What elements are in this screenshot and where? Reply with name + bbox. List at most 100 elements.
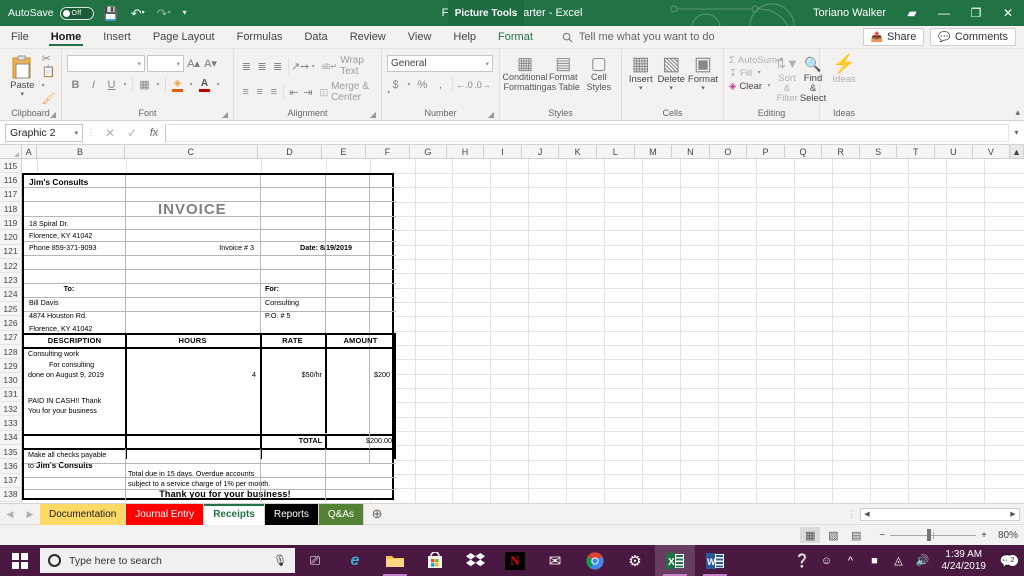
share-button[interactable]: 📤 Share	[862, 28, 925, 46]
restore-button[interactable]: ❐	[960, 0, 992, 26]
insert-cells-button[interactable]: ▦ Insert ▾	[627, 55, 654, 93]
tab-insert[interactable]: Insert	[92, 26, 142, 48]
settings-icon[interactable]: ⚙	[615, 545, 655, 576]
font-name-dropdown-icon[interactable]: ▾	[137, 60, 141, 68]
row-header-135[interactable]: 135	[0, 444, 22, 460]
underline-button[interactable]: U	[103, 76, 120, 93]
add-sheet-icon[interactable]: ⊕	[364, 506, 390, 522]
start-button[interactable]	[0, 545, 40, 576]
column-header-N[interactable]: N	[672, 145, 710, 159]
tell-me-search[interactable]: Tell me what you want to do	[562, 26, 715, 48]
close-button[interactable]: ✕	[992, 0, 1024, 26]
row-header-117[interactable]: 117	[0, 187, 22, 202]
cut-icon[interactable]: ✂	[42, 53, 56, 65]
tab-format[interactable]: Format	[487, 26, 544, 48]
column-header-V[interactable]: V	[972, 145, 1011, 159]
excel-icon[interactable]: X	[655, 545, 695, 576]
tab-file[interactable]: File	[0, 26, 40, 48]
autosave-toggle[interactable]: Off	[59, 6, 94, 20]
edge-icon[interactable]: e	[335, 545, 375, 576]
row-header-124[interactable]: 124	[0, 287, 22, 302]
column-header-T[interactable]: T	[897, 145, 936, 159]
font-size-input[interactable]: ▾	[147, 55, 184, 72]
wifi-icon[interactable]: ◬	[888, 554, 910, 567]
row-header-123[interactable]: 123	[0, 273, 22, 288]
redo-icon[interactable]: ↷ ▾	[154, 7, 174, 20]
increase-font-size-icon[interactable]: A▴	[186, 57, 201, 70]
sheet-tab-qas[interactable]: Q&As	[318, 503, 365, 525]
column-header-U[interactable]: U	[935, 145, 973, 159]
row-header-129[interactable]: 129	[0, 359, 22, 374]
row-header-137[interactable]: 137	[0, 473, 22, 488]
column-header-H[interactable]: H	[446, 145, 485, 159]
normal-view-icon[interactable]: ▦	[800, 527, 821, 543]
row-header-130[interactable]: 130	[0, 373, 22, 388]
row-header-122[interactable]: 122	[0, 259, 22, 274]
column-header-C[interactable]: C	[124, 145, 258, 159]
column-header-I[interactable]: I	[484, 145, 522, 159]
row-header-120[interactable]: 120	[0, 230, 22, 245]
cancel-icon[interactable]: ✕	[99, 126, 121, 140]
merge-center-button[interactable]: ◫ Merge & Center ▾	[320, 81, 392, 103]
column-header-R[interactable]: R	[822, 145, 860, 159]
clipboard-dialog-launcher[interactable]: ◢	[50, 110, 56, 119]
fill-button[interactable]: ↧ Fill ▾	[729, 67, 775, 80]
netflix-icon[interactable]: N	[495, 545, 535, 576]
row-header-134[interactable]: 134	[0, 430, 22, 445]
column-header-A[interactable]: A	[21, 145, 37, 159]
zoom-out-button[interactable]: −	[879, 530, 885, 541]
insert-cells-dropdown-icon[interactable]: ▾	[639, 85, 643, 92]
decrease-decimal-icon[interactable]: .0→	[474, 76, 491, 93]
microphone-icon[interactable]: 🎙	[273, 554, 287, 567]
format-as-table-button[interactable]: ▤ Format as Table	[546, 54, 581, 92]
increase-indent-icon[interactable]: ⇥	[301, 84, 314, 101]
copy-icon[interactable]: 📋▾	[42, 66, 56, 92]
delete-cells-button[interactable]: ▧ Delete ▾	[657, 55, 684, 93]
currency-format-icon[interactable]: $	[387, 76, 404, 93]
align-left-icon[interactable]: ≡	[239, 84, 252, 101]
microsoft-store-icon[interactable]	[415, 545, 455, 576]
scroll-right-icon[interactable]: ▶	[1007, 510, 1019, 518]
orientation-dropdown-icon[interactable]: ▾	[310, 63, 317, 70]
vertical-scroll-up-icon[interactable]: ▲	[1010, 145, 1024, 159]
fill-dropdown-icon[interactable]: ▾	[755, 67, 763, 80]
zoom-level-label[interactable]: 80%	[992, 530, 1018, 541]
align-middle-icon[interactable]: ≣	[255, 58, 270, 75]
help-question-icon[interactable]: ❔	[792, 553, 814, 569]
format-cells-dropdown-icon[interactable]: ▾	[701, 85, 705, 92]
chrome-icon[interactable]	[575, 545, 615, 576]
column-header-F[interactable]: F	[365, 145, 411, 159]
zoom-slider-knob[interactable]	[927, 529, 932, 541]
row-header-115[interactable]: 115	[0, 159, 22, 174]
align-center-icon[interactable]: ≡	[253, 84, 266, 101]
row-header-116[interactable]: 116	[0, 173, 22, 188]
comma-format-icon[interactable]: ,	[432, 76, 449, 93]
collapse-ribbon-icon[interactable]: ▴	[1015, 107, 1020, 118]
horizontal-scrollbar[interactable]: ◀ ▶	[860, 507, 1020, 521]
dropbox-icon[interactable]	[455, 545, 495, 576]
row-header-126[interactable]: 126	[0, 316, 22, 331]
font-name-input[interactable]: ▾	[67, 55, 145, 72]
people-icon[interactable]: ☺	[816, 555, 838, 567]
row-header-136[interactable]: 136	[0, 459, 22, 474]
column-header-E[interactable]: E	[322, 145, 366, 159]
name-box[interactable]: Graphic 2 ▾	[5, 123, 83, 142]
row-header-121[interactable]: 121	[0, 244, 22, 260]
row-header-139[interactable]: 139	[0, 502, 22, 503]
previous-sheet-icon[interactable]: ◀	[0, 509, 20, 520]
row-header-125[interactable]: 125	[0, 301, 22, 317]
align-right-icon[interactable]: ≡	[267, 84, 280, 101]
save-icon[interactable]: 💾	[100, 7, 122, 20]
tab-help[interactable]: Help	[442, 26, 487, 48]
enter-icon[interactable]: ✓	[121, 126, 143, 140]
minimize-button[interactable]: —	[928, 0, 960, 26]
tab-page-layout[interactable]: Page Layout	[142, 26, 226, 48]
column-header-K[interactable]: K	[559, 145, 597, 159]
font-color-dropdown-icon[interactable]: ▾	[214, 81, 222, 88]
percent-format-icon[interactable]: %	[414, 76, 431, 93]
name-box-dropdown-icon[interactable]: ▾	[74, 129, 78, 137]
volume-icon[interactable]: 🔊	[912, 554, 934, 567]
next-sheet-icon[interactable]: ▶	[20, 509, 40, 520]
column-header-L[interactable]: L	[596, 145, 635, 159]
font-color-icon[interactable]: A	[196, 76, 213, 93]
